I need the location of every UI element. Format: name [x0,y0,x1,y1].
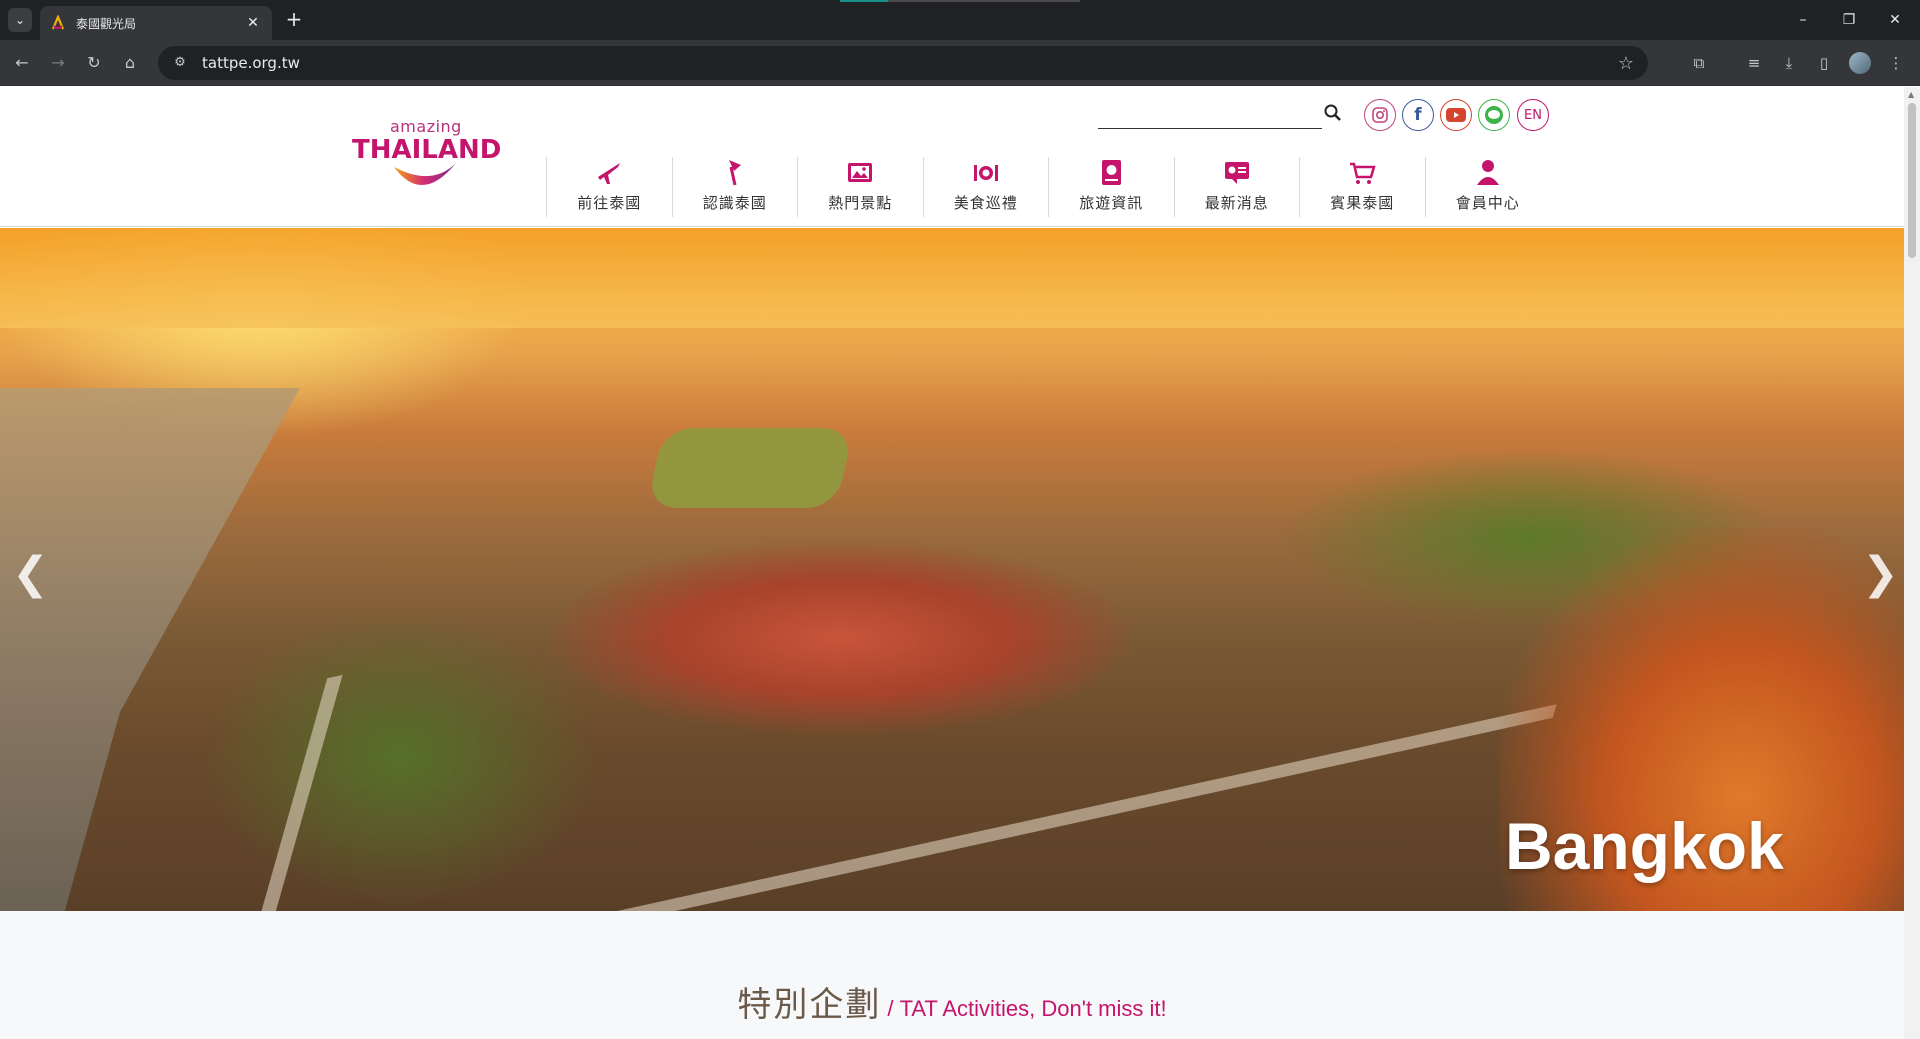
shopping-cart-icon [1350,162,1376,184]
page-scrollbar[interactable]: ▲ [1904,87,1920,1039]
window-close-icon[interactable]: ✕ [1872,6,1918,34]
side-panel-icon[interactable]: ▯ [1812,51,1836,75]
news-icon [1224,162,1249,184]
download-icon[interactable]: ⤓ [1777,51,1801,75]
nav-label: 認識泰國 [702,194,767,212]
tab-close-icon[interactable]: ✕ [244,15,262,31]
nav-item-attractions[interactable]: 熱門景點 [797,157,923,217]
section-title: 特別企劃 / TAT Activities, Don't miss it! [0,977,1904,1026]
search-field[interactable] [1098,105,1322,129]
url-text[interactable]: tattpe.org.tw [202,54,300,72]
dining-icon [973,165,998,181]
media-control-icon[interactable]: ≡ [1742,51,1766,75]
scroll-up-icon[interactable]: ▲ [1908,90,1916,99]
hero-sky [0,228,1904,328]
logo-smile-icon [394,163,456,186]
nav-item-about-thailand[interactable]: 認識泰國 [671,157,798,217]
nav-item-member-center[interactable]: 會員中心 [1424,157,1551,217]
nav-item-travel-to-thailand[interactable]: 前往泰國 [546,157,672,217]
special-feature-section: 特別企劃 / TAT Activities, Don't miss it! [0,911,1904,1039]
new-tab-button[interactable]: + [282,8,306,32]
flag-icon [728,160,741,186]
nav-label: 最新消息 [1204,194,1269,212]
amazing-thailand-logo[interactable]: amazing THAILAND [352,117,501,192]
browser-toolbar: ← → ↻ ⌂ ⚙ tattpe.org.tw ☆ ⧉ ≡ ⤓ ▯ ⋮ [0,40,1920,86]
hero-field [646,428,854,508]
nav-item-news[interactable]: 最新消息 [1173,157,1300,217]
plane-icon [598,163,621,184]
nav-label: 前往泰國 [577,194,642,212]
tat-favicon-icon [51,15,65,30]
hero-carousel[interactable]: ❮ ❯ Bangkok [0,228,1904,911]
hero-caption: Bangkok [1505,809,1784,883]
main-navigation: 前往泰國 認識泰國 熱門景點 美食巡禮 旅遊資訊 最新消息 賓果泰國 會員中心 [546,157,1550,217]
logo-amazing-text: amazing [390,117,462,136]
web-page: amazing THAILAND f EN 前往泰國 認識泰國 熱門景點 美食巡… [0,87,1904,1039]
english-language-button[interactable]: EN [1517,99,1549,131]
site-header: amazing THAILAND f EN 前往泰國 認識泰國 熱門景點 美食巡… [0,87,1904,227]
scrollbar-thumb[interactable] [1908,103,1916,258]
section-title-en: / TAT Activities, Don't miss it! [887,996,1167,1021]
restore-icon[interactable]: ❐ [1826,6,1872,34]
nav-label: 會員中心 [1455,194,1520,212]
browser-tab[interactable]: 泰國觀光局 ✕ [40,6,272,40]
member-icon [1476,160,1499,185]
line-app-icon[interactable] [1478,99,1510,131]
facebook-icon[interactable]: f [1402,99,1434,131]
section-title-zh: 特別企劃 [737,985,882,1025]
search-input[interactable] [1098,105,1318,127]
instagram-icon[interactable] [1364,99,1396,131]
nav-label: 旅遊資訊 [1079,194,1144,212]
reload-icon[interactable]: ↻ [82,51,106,75]
nav-item-bingo-thailand[interactable]: 賓果泰國 [1299,157,1425,217]
nav-item-food[interactable]: 美食巡禮 [922,157,1049,217]
bookmark-star-icon[interactable]: ☆ [1618,53,1634,74]
extensions-icon[interactable]: ⧉ [1687,51,1711,75]
loading-indicator [840,0,1080,2]
nav-label: 熱門景點 [828,194,893,212]
site-info-icon[interactable]: ⚙ [170,53,190,73]
tab-title: 泰國觀光局 [76,16,137,31]
home-icon[interactable]: ⌂ [118,51,142,75]
guidebook-icon [1102,160,1122,185]
back-icon[interactable]: ← [10,51,34,75]
nav-label: 賓果泰國 [1330,194,1395,212]
nav-label: 美食巡禮 [953,194,1018,212]
address-bar[interactable]: ⚙ tattpe.org.tw ☆ [158,46,1648,80]
browser-menu-icon[interactable]: ⋮ [1884,51,1908,75]
photo-icon [848,163,873,182]
search-icon[interactable] [1323,103,1343,123]
carousel-prev-button[interactable]: ❮ [12,548,49,599]
nav-item-travel-info[interactable]: 旅遊資訊 [1048,157,1174,217]
forward-icon[interactable]: → [46,51,70,75]
tab-search-button[interactable]: ⌄ [8,8,32,32]
minimize-icon[interactable]: – [1780,6,1826,34]
browser-tab-strip: ⌄ 泰國觀光局 ✕ + – ❐ ✕ [0,0,1920,40]
youtube-icon[interactable] [1440,99,1472,131]
profile-avatar[interactable] [1849,52,1871,74]
carousel-next-button[interactable]: ❯ [1862,548,1899,599]
